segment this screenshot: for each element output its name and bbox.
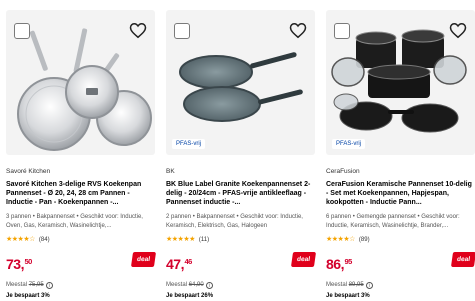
- original-price: Meestal 64,90 i: [166, 282, 213, 289]
- product-card[interactable]: PFAS-vrij CeraFusion CeraFusion Keramisc…: [326, 0, 475, 301]
- saving-text: Je bespaart 26%: [166, 293, 214, 299]
- compare-checkbox[interactable]: [334, 23, 350, 39]
- product-description: 2 pannen • Bakpannenset • Geschikt voor:…: [166, 214, 303, 229]
- was-label: Meestal: [326, 282, 348, 288]
- product-description: 3 pannen • Bakpannenset • Geschikt voor:…: [6, 214, 143, 229]
- heart-icon[interactable]: [129, 22, 147, 39]
- product-image[interactable]: PFAS-vrij: [166, 10, 315, 155]
- compare-checkbox[interactable]: [14, 23, 30, 39]
- rating-stars: ★★★★☆ (89): [326, 236, 370, 244]
- price-cents: 46: [184, 257, 192, 266]
- star-icons: ★★★★☆: [326, 236, 355, 243]
- saving-text: Je bespaart 3%: [326, 293, 370, 299]
- price-main: 47,: [166, 256, 184, 272]
- was-label: Meestal: [6, 282, 28, 288]
- rating-stars: ★★★★★ (11): [166, 236, 209, 244]
- price-cents: 95: [344, 257, 352, 266]
- heart-icon[interactable]: [449, 22, 467, 39]
- star-icons: ★★★★★: [166, 236, 195, 243]
- review-count[interactable]: (11): [199, 237, 209, 243]
- product-title[interactable]: CeraFusion Keramische Pannenset 10-delig…: [326, 180, 475, 208]
- star-icons: ★★★★☆: [6, 236, 35, 243]
- review-count[interactable]: (89): [359, 237, 370, 243]
- pfas-free-badge: PFAS-vrij: [332, 139, 366, 149]
- product-card[interactable]: Savoré Kitchen Savoré Kitchen 3-delige R…: [6, 0, 157, 301]
- compare-checkbox[interactable]: [174, 23, 190, 39]
- price-main: 86,: [326, 256, 344, 272]
- pfas-free-badge: PFAS-vrij: [172, 139, 206, 149]
- info-icon[interactable]: i: [205, 282, 213, 289]
- product-price: 86,95: [326, 254, 352, 272]
- product-card[interactable]: PFAS-vrij BK BK Blue Label Granite Koeke…: [166, 0, 317, 301]
- was-price: 75,95: [28, 282, 44, 288]
- product-brand[interactable]: Savoré Kitchen: [6, 168, 50, 175]
- price-main: 73,: [6, 256, 24, 272]
- price-cents: 50: [24, 257, 32, 266]
- product-image[interactable]: PFAS-vrij: [326, 10, 475, 155]
- original-price: Meestal 89,95 i: [326, 282, 373, 289]
- product-price: 73,50: [6, 254, 32, 272]
- info-icon[interactable]: i: [365, 282, 373, 289]
- was-price: 89,95: [348, 282, 364, 288]
- product-price: 47,46: [166, 254, 192, 272]
- saving-text: Je bespaart 3%: [6, 293, 50, 299]
- was-label: Meestal: [166, 282, 188, 288]
- was-price: 64,90: [188, 282, 204, 288]
- heart-icon[interactable]: [289, 22, 307, 39]
- product-description: 6 pannen • Gemengde pannenset • Geschikt…: [326, 214, 460, 229]
- info-icon[interactable]: i: [45, 282, 53, 289]
- rating-stars: ★★★★☆ (84): [6, 236, 50, 244]
- deal-badge: deal: [130, 252, 157, 267]
- deal-badge: deal: [450, 252, 475, 267]
- product-brand[interactable]: BK: [166, 168, 175, 175]
- deal-badge: deal: [290, 252, 317, 267]
- product-title[interactable]: BK Blue Label Granite Koekenpannenset 2-…: [166, 180, 315, 208]
- product-image[interactable]: [6, 10, 155, 155]
- product-brand[interactable]: CeraFusion: [326, 168, 360, 175]
- review-count[interactable]: (84): [39, 237, 50, 243]
- product-title[interactable]: Savoré Kitchen 3-delige RVS Koekenpan Pa…: [6, 180, 155, 208]
- original-price: Meestal 75,95 i: [6, 282, 53, 289]
